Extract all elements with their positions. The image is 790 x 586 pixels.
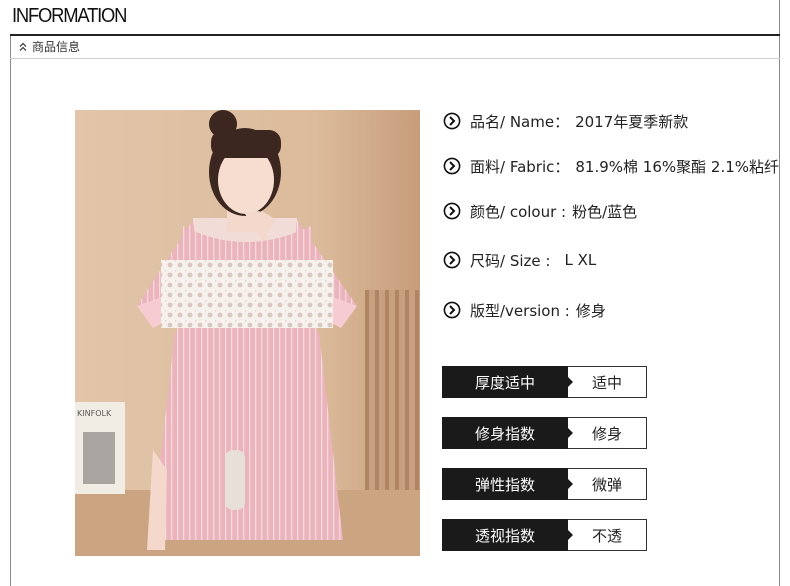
spec-row-version: 版型/version : 修身 — [443, 299, 606, 321]
frame-left-border — [10, 36, 11, 586]
attribute-elasticity-index: 弹性指数 微弹 — [442, 468, 647, 500]
spec-value: 2017年夏季新款 — [575, 112, 689, 131]
attribute-fit-index: 修身指数 修身 — [442, 417, 647, 449]
circle-arrow-right-icon — [443, 301, 461, 319]
attribute-label: 弹性指数 — [442, 468, 568, 500]
spec-value: 修身 — [575, 301, 606, 320]
attribute-transparency-index: 透视指数 不透 — [442, 519, 647, 551]
circle-arrow-right-icon — [443, 251, 461, 269]
title-divider — [10, 34, 780, 36]
section-title: INFORMATION — [12, 5, 127, 27]
spec-row-size: 尺码/ Size : L XL — [443, 249, 596, 271]
section-subtitle: 商品信息 — [19, 38, 80, 55]
spec-row-fabric: 面料/ Fabric： 81.9%棉 16%聚酯 2.1%粘纤 — [443, 155, 779, 177]
attribute-thickness: 厚度适中 适中 — [442, 366, 647, 398]
frame-right-border — [779, 0, 780, 586]
attribute-value: 修身 — [567, 417, 647, 449]
magazine-cover-text: KINFOLK — [77, 409, 112, 418]
spec-label: 颜色/ colour : — [470, 202, 567, 221]
spec-label: 版型/version : — [470, 301, 570, 320]
attribute-value: 微弹 — [567, 468, 647, 500]
spec-value: L XL — [564, 251, 597, 269]
spec-value: 粉色/蓝色 — [572, 202, 638, 221]
double-chevron-up-icon — [19, 42, 27, 51]
spec-label: 尺码/ Size : — [470, 251, 551, 270]
spec-label: 品名/ Name： — [470, 112, 570, 131]
attribute-label: 厚度适中 — [442, 366, 568, 398]
circle-arrow-right-icon — [443, 157, 461, 175]
attribute-value: 适中 — [567, 366, 647, 398]
subtitle-divider — [10, 58, 780, 59]
circle-arrow-right-icon — [443, 112, 461, 130]
spec-label: 面料/ Fabric： — [470, 157, 570, 176]
attribute-label: 透视指数 — [442, 519, 568, 551]
product-photo: KINFOLK — [75, 110, 420, 556]
spec-row-name: 品名/ Name： 2017年夏季新款 — [443, 110, 688, 132]
spec-row-colour: 颜色/ colour : 粉色/蓝色 — [443, 200, 637, 222]
attribute-value: 不透 — [567, 519, 647, 551]
subtitle-label: 商品信息 — [32, 40, 81, 54]
attribute-label: 修身指数 — [442, 417, 568, 449]
spec-value: 81.9%棉 16%聚酯 2.1%粘纤 — [575, 157, 780, 176]
circle-arrow-right-icon — [443, 202, 461, 220]
